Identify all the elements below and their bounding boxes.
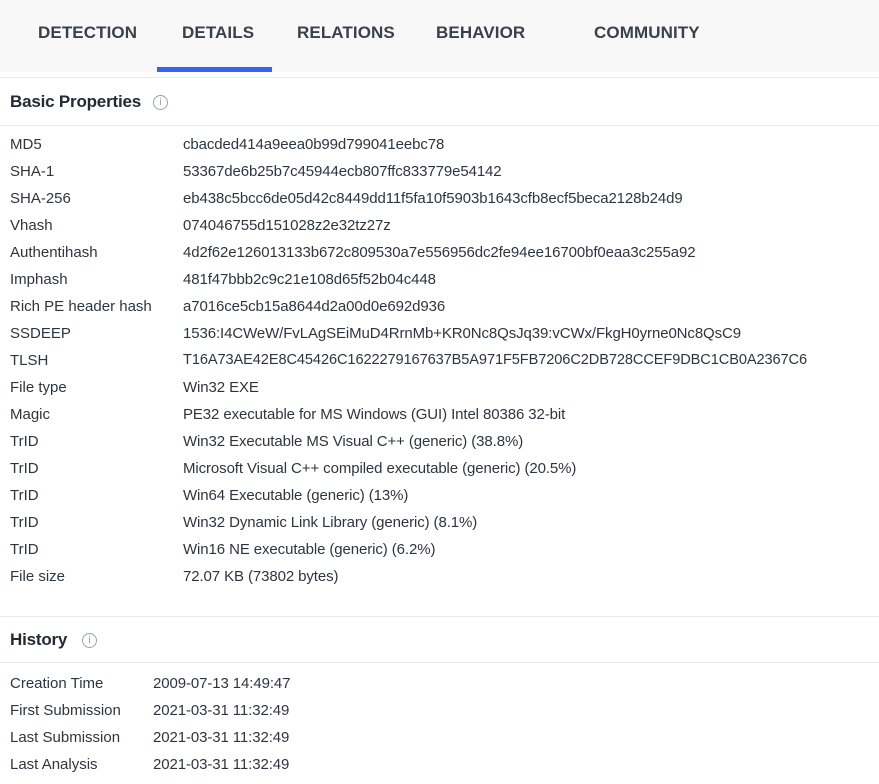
property-key: TrID xyxy=(10,541,39,558)
property-value: Win16 NE executable (generic) (6.2%) xyxy=(183,541,436,558)
property-value: a7016ce5cb15a8644d2a00d0e692d936 xyxy=(183,298,446,315)
basic-properties-header: Basic Properties i xyxy=(0,78,879,126)
tab-behavior[interactable]: BEHAVIOR xyxy=(436,0,526,72)
history-key: Last Analysis xyxy=(10,756,98,773)
tab-label: DETECTION xyxy=(38,23,138,42)
property-row: MD5 cbacded414a9eea0b99d799041eebc78 xyxy=(0,132,879,159)
tab-label: COMMUNITY xyxy=(594,23,700,42)
property-value: 72.07 KB (73802 bytes) xyxy=(183,568,339,585)
property-key: MD5 xyxy=(10,136,42,153)
section-divider xyxy=(0,125,879,126)
history-row: Last Analysis 2021-03-31 11:32:49 xyxy=(0,752,879,779)
property-value: Microsoft Visual C++ compiled executable… xyxy=(183,460,577,477)
info-icon[interactable]: i xyxy=(82,633,97,648)
section-title: History xyxy=(10,630,68,649)
history-row: Creation Time 2009-07-13 14:49:47 xyxy=(0,671,879,698)
tab-label: BEHAVIOR xyxy=(436,23,526,42)
property-value: 481f47bbb2c9c21e108d65f52b04c448 xyxy=(183,271,436,288)
history-value: 2021-03-31 11:32:49 xyxy=(153,756,290,773)
property-key: TLSH xyxy=(10,352,49,369)
history-row: First Submission 2021-03-31 11:32:49 xyxy=(0,698,879,725)
history-value: 2021-03-31 11:32:49 xyxy=(153,729,290,746)
active-tab-indicator xyxy=(157,67,272,72)
property-key: TrID xyxy=(10,514,39,531)
property-row: File size 72.07 KB (73802 bytes) xyxy=(0,564,879,591)
tab-label: RELATIONS xyxy=(297,23,395,42)
property-key: SHA-256 xyxy=(10,190,71,207)
tab-community[interactable]: COMMUNITY xyxy=(594,0,702,72)
history-value: 2009-07-13 14:49:47 xyxy=(153,675,291,692)
property-row: TrID Win64 Executable (generic) (13%) xyxy=(0,483,879,510)
tab-bar: DETECTION DETAILS RELATIONS BEHAVIOR COM… xyxy=(0,0,879,72)
property-row: SHA-256 eb438c5bcc6de05d42c8449dd11f5fa10… xyxy=(0,186,879,213)
property-value: 1536:I4CWeW/FvLAgSEiMuD4RrnMb+KR0Nc8QsJq… xyxy=(183,325,742,342)
property-key: File size xyxy=(10,568,66,585)
property-key: SHA-1 xyxy=(10,163,55,180)
tab-label: DETAILS xyxy=(182,23,255,42)
info-icon[interactable]: i xyxy=(153,95,168,110)
property-key: Magic xyxy=(10,406,51,423)
tab-details[interactable]: DETAILS xyxy=(182,0,254,72)
property-key: TrID xyxy=(10,460,39,477)
tab-relations[interactable]: RELATIONS xyxy=(297,0,395,72)
property-row: SHA-1 53367de6b25b7c45944ecb807ffc833779e… xyxy=(0,159,879,186)
property-row: Authentihash 4d2f62e126013133b672c809530a… xyxy=(0,240,879,267)
property-value: T16A73AE42E8C45426C162227916763​7B5A971F… xyxy=(183,352,808,368)
property-row: TrID Microsoft Visual C++ compiled execut… xyxy=(0,456,879,483)
property-value: Win32 Executable MS Visual C++ (generic)… xyxy=(183,433,524,450)
section-divider xyxy=(0,662,879,663)
property-key: Rich PE header hash xyxy=(10,298,152,315)
section-title: Basic Properties xyxy=(10,92,141,111)
property-row: File type Win32 EXE xyxy=(0,375,879,402)
property-key: File type xyxy=(10,379,67,396)
property-row: TrID Win32 Dynamic Link Library (generic)… xyxy=(0,510,879,537)
property-key: TrID xyxy=(10,433,39,450)
history-value: 2021-03-31 11:32:49 xyxy=(153,702,290,719)
history-key: Last Submission xyxy=(10,729,121,746)
property-row: TrID Win16 NE executable (generic) (6.2%) xyxy=(0,537,879,564)
property-row: Vhash 074046755d151028z2e32tz27z xyxy=(0,213,879,240)
property-value: eb438c5bcc6de05d42c8449dd11f5fa10f5903b1… xyxy=(183,190,683,207)
property-value: PE32 executable for MS Windows (GUI) Int… xyxy=(183,406,566,423)
property-row: TLSH T16A73AE42E8C45426C162227916763​7B5A… xyxy=(0,348,879,375)
property-key: SSDEEP xyxy=(10,325,71,342)
property-row: Imphash 481f47bbb2c9c21e108d65f52b04c448 xyxy=(0,267,879,294)
history-row: Last Submission 2021-03-31 11:32:49 xyxy=(0,725,879,752)
property-value: 4d2f62e126013133b672c809530a7e556956dc2f… xyxy=(183,244,696,261)
property-value: Win32 EXE xyxy=(183,379,259,396)
history-header: History i xyxy=(0,617,879,665)
tab-detection[interactable]: DETECTION xyxy=(38,0,138,72)
history-key: First Submission xyxy=(10,702,121,719)
property-key: Vhash xyxy=(10,217,53,234)
property-key: Authentihash xyxy=(10,244,98,261)
property-value: Win32 Dynamic Link Library (generic) (8.… xyxy=(183,514,478,531)
property-value: Win64 Executable (generic) (13%) xyxy=(183,487,409,504)
property-value: 074046755d151028z2e32tz27z xyxy=(183,217,391,234)
property-key: Imphash xyxy=(10,271,68,288)
history-key: Creation Time xyxy=(10,675,104,692)
property-row: SSDEEP 1536:I4CWeW/FvLAgSEiMuD4RrnMb+KR0N… xyxy=(0,321,879,348)
property-row: Rich PE header hash a7016ce5cb15a8644d2a0… xyxy=(0,294,879,321)
property-value: cbacded414a9eea0b99d799041eebc78 xyxy=(183,136,445,153)
property-value: 53367de6b25b7c45944ecb807ffc833779e54142 xyxy=(183,163,502,180)
property-key: TrID xyxy=(10,487,39,504)
property-row: TrID Win32 Executable MS Visual C++ (gene… xyxy=(0,429,879,456)
property-row: Magic PE32 executable for MS Windows (GUI… xyxy=(0,402,879,429)
